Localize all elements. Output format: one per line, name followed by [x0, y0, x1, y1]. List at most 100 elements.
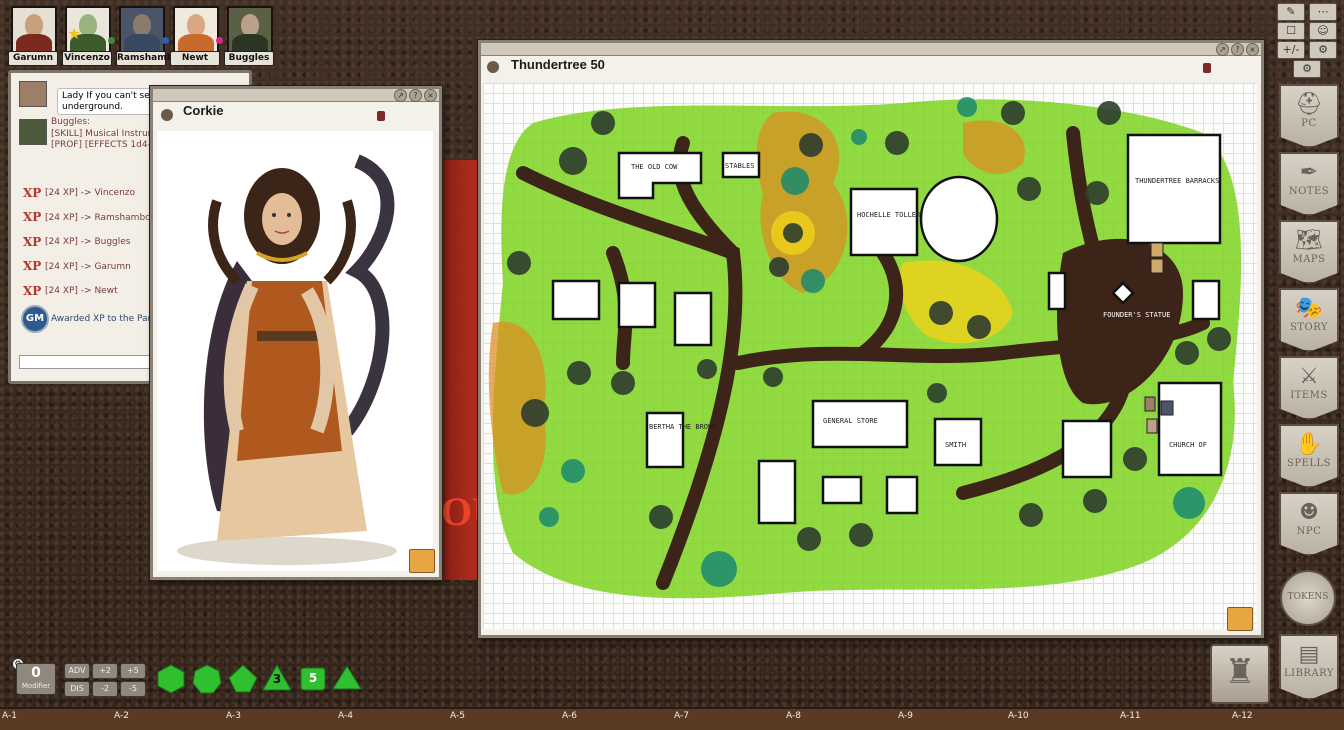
plus5-button[interactable]: +5	[120, 663, 146, 679]
help-icon[interactable]: ?	[409, 89, 422, 102]
avatar	[11, 6, 57, 54]
portrait-vincenzo[interactable]: ★ Vincenzo	[62, 4, 112, 66]
portrait-newt[interactable]: Newt	[170, 4, 220, 66]
close-icon[interactable]: ×	[1246, 43, 1259, 56]
sidebar-label: SPELLS	[1286, 458, 1331, 469]
status-dot	[162, 37, 169, 44]
share-icon[interactable]	[1227, 607, 1253, 631]
sidebar-button-spells[interactable]: ✋ SPELLS	[1279, 424, 1339, 488]
sidebar-label: NOTES	[1288, 186, 1330, 197]
token[interactable]	[1146, 418, 1158, 434]
modifier-box[interactable]: 0 Modifier	[16, 663, 56, 695]
sidebar-button-pc[interactable]: ⛑ PC	[1279, 84, 1339, 148]
pencil-tool-icon[interactable]: ✎	[1277, 3, 1305, 21]
close-icon[interactable]: ×	[424, 89, 437, 102]
dis-button[interactable]: DIS	[64, 681, 90, 697]
menu-tool-icon[interactable]: ⋯	[1309, 3, 1337, 21]
settings-icon[interactable]: ⚙	[1293, 60, 1321, 78]
grid-ruler	[0, 707, 1344, 730]
map-label-toller: HOCHELLE TOLLER	[857, 211, 921, 219]
map-label-church: CHURCH OF	[1169, 441, 1207, 449]
share-icon[interactable]	[409, 549, 435, 573]
window-title: Thundertree 50	[511, 57, 605, 72]
adv-button[interactable]: ADV	[64, 663, 90, 679]
avatar	[227, 6, 273, 54]
d10-die-icon[interactable]	[228, 664, 258, 694]
map-window[interactable]: ↗ ? × Thundertree 50 THE OLD COW STABLES…	[478, 40, 1264, 638]
minus5-button[interactable]: -5	[120, 681, 146, 697]
xp-icon: XP	[23, 186, 42, 200]
tokens-label: TOKENS	[1287, 592, 1329, 602]
avatar	[19, 119, 47, 145]
gm-badge: GM	[21, 305, 49, 333]
map-label-barracks: THUNDERTREE BARRACKS	[1135, 177, 1219, 185]
character-image	[157, 131, 433, 571]
corkie-window[interactable]: ↗ ? × Corkie	[150, 86, 442, 580]
help-icon[interactable]: ?	[1231, 43, 1244, 56]
chat-xp-entry: [24 XP] -> Vincenzo	[45, 188, 136, 198]
person-tool-icon[interactable]: ⚙	[1309, 41, 1337, 59]
token[interactable]	[1150, 242, 1164, 258]
sidebar-button-notes[interactable]: ✒ NOTES	[1279, 152, 1339, 216]
link-icon[interactable]: ↗	[394, 89, 407, 102]
window-drag-bar[interactable]: ↗ ? ×	[153, 89, 439, 102]
status-dot	[216, 37, 223, 44]
chat-xp-entry: [24 XP] -> Newt	[45, 286, 118, 296]
map-drawing: THE OLD COW STABLES HOCHELLE TOLLER THUN…	[488, 97, 1242, 599]
sidebar-label: STORY	[1289, 322, 1329, 333]
combat-tracker-tower-icon[interactable]: ♜	[1210, 644, 1270, 704]
d8-die-icon[interactable]: 3	[262, 663, 292, 694]
window-title: Corkie	[183, 103, 224, 118]
portrait-garumn[interactable]: Garumn	[8, 4, 58, 66]
grid-label: A-9	[898, 711, 913, 721]
lock-icon[interactable]	[377, 111, 385, 121]
sidebar-label: MAPS	[1292, 254, 1326, 265]
d20-die-icon[interactable]	[156, 664, 186, 694]
d6-die-icon[interactable]: 5	[298, 664, 328, 694]
grid-label: A-10	[1008, 711, 1029, 721]
avatar	[19, 81, 47, 107]
die-face: 3	[272, 672, 282, 686]
d4-die-icon[interactable]	[332, 664, 362, 694]
d12-die-icon[interactable]	[192, 664, 222, 694]
grid-label: A-7	[674, 711, 689, 721]
portrait-name: Buggles	[224, 51, 274, 66]
link-icon[interactable]: ↗	[1216, 43, 1229, 56]
star-icon: ★	[67, 24, 82, 43]
window-icon	[161, 109, 173, 121]
lock-icon[interactable]	[1203, 63, 1211, 73]
grid-label: A-12	[1232, 711, 1253, 721]
die-face: 5	[308, 671, 318, 685]
map-label-bertha: BERTHA THE BROWN	[649, 423, 716, 431]
modifier-tool-icon[interactable]: +/-	[1277, 41, 1305, 59]
portrait-ramshambo[interactable]: Ramshambo	[116, 4, 179, 66]
modifier-value: 0	[31, 665, 41, 681]
sidebar-button-story[interactable]: 🎭 STORY	[1279, 288, 1339, 352]
portrait-name: Vincenzo	[62, 51, 112, 66]
helmet-icon: ⛑	[1295, 92, 1323, 117]
map-canvas[interactable]: THE OLD COW STABLES HOCHELLE TOLLER THUN…	[483, 83, 1257, 629]
xp-icon: XP	[23, 259, 42, 273]
plus2-button[interactable]: +2	[92, 663, 118, 679]
window-drag-bar[interactable]: ↗ ? ×	[481, 43, 1261, 56]
token[interactable]	[1144, 396, 1156, 412]
sidebar-button-items[interactable]: ⚔ ITEMS	[1279, 356, 1339, 420]
tokens-button[interactable]: TOKENS	[1280, 570, 1336, 626]
quill-icon: ✒	[1299, 160, 1319, 185]
map-label-smith: SMITH	[945, 441, 966, 449]
sidebar-button-library[interactable]: ▤ LIBRARY	[1279, 634, 1339, 700]
sidebar-label: PC	[1301, 118, 1317, 129]
token[interactable]	[1160, 400, 1174, 416]
mask-tool-icon[interactable]: ☐	[1277, 22, 1305, 40]
sidebar-button-maps[interactable]: 🗺 MAPS	[1279, 220, 1339, 284]
minus2-button[interactable]: -2	[92, 681, 118, 697]
status-dot	[108, 37, 115, 44]
identity-tool-icon[interactable]: ☺	[1309, 22, 1337, 40]
token[interactable]	[1150, 258, 1164, 274]
sidebar-button-npc[interactable]: ☻ NPC	[1279, 492, 1339, 556]
masks-icon: 🎭	[1295, 296, 1323, 321]
grid-label: A-8	[786, 711, 801, 721]
xp-icon: XP	[23, 210, 42, 224]
swords-icon: ⚔	[1299, 364, 1319, 389]
portrait-buggles[interactable]: Buggles	[224, 4, 274, 66]
